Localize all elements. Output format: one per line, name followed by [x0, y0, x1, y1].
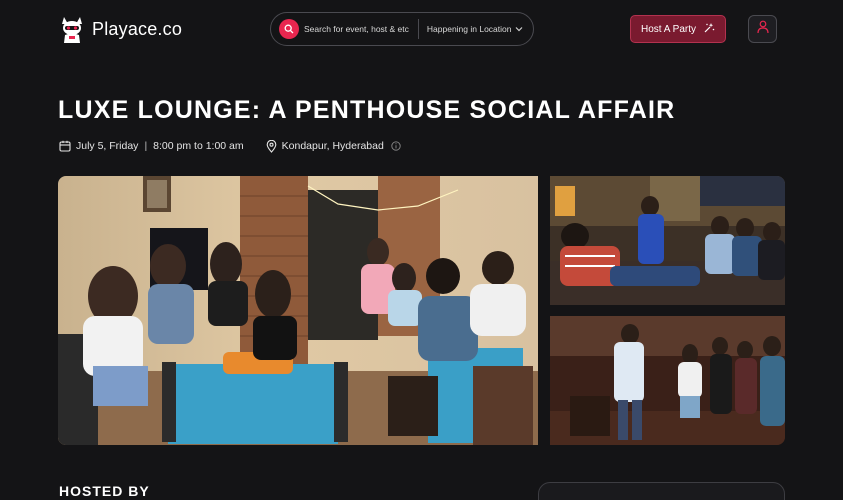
location-label: Happening in Location	[426, 24, 512, 34]
cat-mascot-icon	[58, 13, 86, 45]
search-input[interactable]: Search for event, host & etc	[304, 24, 409, 34]
sparkle-icon	[703, 22, 715, 37]
brand-logo[interactable]: Playace.co	[58, 13, 182, 45]
event-time: 8:00 pm to 1:00 am	[153, 140, 244, 152]
meta-separator: |	[144, 140, 148, 152]
calendar-icon	[59, 140, 71, 152]
location-pin-icon	[266, 139, 277, 153]
event-title: LUXE LOUNGE: A PENTHOUSE SOCIAL AFFAIR	[58, 96, 676, 124]
event-meta: July 5, Friday | 8:00 pm to 1:00 am Kond…	[59, 138, 406, 154]
user-icon	[756, 20, 769, 39]
brand-name: Playace.co	[92, 18, 183, 39]
host-button-label: Host A Party	[640, 23, 697, 35]
host-a-party-button[interactable]: Host A Party	[630, 15, 726, 43]
profile-button[interactable]	[748, 15, 777, 43]
event-photo-top[interactable]	[550, 176, 785, 305]
booking-card	[538, 482, 785, 500]
event-date: July 5, Friday	[76, 140, 139, 152]
search-divider	[417, 19, 419, 39]
event-photo-main[interactable]	[58, 176, 538, 445]
search-bar[interactable]: Search for event, host & etc Happening i…	[270, 12, 534, 46]
hosted-by-heading: HOSTED BY	[59, 483, 150, 499]
event-photo-bottom[interactable]	[550, 316, 785, 445]
chevron-down-icon	[515, 24, 523, 34]
info-icon[interactable]	[391, 141, 401, 151]
search-icon[interactable]	[279, 19, 299, 39]
event-location: Kondapur, Hyderabad	[281, 140, 384, 152]
location-dropdown[interactable]: Happening in Location	[427, 24, 524, 34]
